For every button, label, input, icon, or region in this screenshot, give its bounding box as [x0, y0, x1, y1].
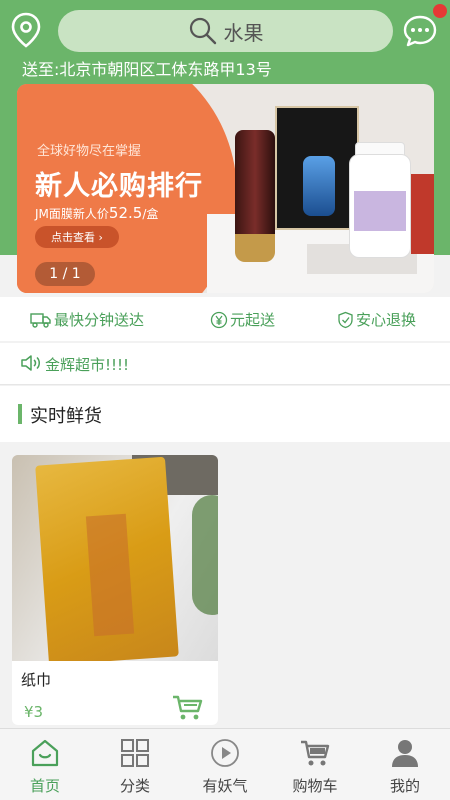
banner-view-button[interactable]: 点击查看 › — [35, 226, 119, 248]
banner-jar-label — [354, 191, 406, 231]
banner-price-value: 52.5 — [108, 204, 143, 222]
message-bubble-icon[interactable] — [402, 14, 438, 48]
nav-item-youyaoqi[interactable]: 有妖气 — [180, 729, 270, 800]
search-placeholder: 水果 — [223, 20, 264, 45]
feature-label: 安心退换 — [356, 311, 417, 329]
shield-check-icon — [338, 311, 353, 328]
banner-mask-box — [275, 106, 359, 230]
banner-red-box — [411, 174, 434, 254]
add-to-cart-icon[interactable] — [172, 695, 204, 721]
nav-item-cart[interactable]: 购物车 — [270, 729, 360, 800]
banner-price-unit: /盒 — [142, 207, 159, 221]
section-header: 实时鲜货 — [0, 386, 450, 442]
section-title: 实时鲜货 — [30, 406, 102, 427]
banner-page-indicator: 1 / 1 — [35, 262, 95, 286]
nav-label: 分类 — [119, 777, 150, 795]
nav-label: 首页 — [29, 777, 60, 795]
feature-label: 最快分钟送达 — [54, 311, 145, 329]
feature-return: 安心退换 — [337, 309, 416, 330]
section-accent-bar — [18, 404, 22, 424]
user-icon — [392, 740, 418, 767]
search-icon — [189, 17, 216, 45]
banner-tube-cap — [235, 234, 275, 262]
feature-min-order: 元起送 — [210, 309, 275, 330]
nav-label: 购物车 — [292, 777, 338, 795]
banner-subtitle: 全球好物尽在掌握 — [37, 144, 142, 159]
banner-title: 新人必购排行 — [35, 171, 203, 202]
yen-circle-icon — [210, 311, 228, 328]
banner-jar-product — [349, 154, 411, 258]
promo-banner[interactable]: 全球好物尽在掌握 新人必购排行 JM面膜新人价52.5/盒 点击查看 › 1 /… — [17, 84, 434, 293]
service-features: 最快分钟送达 元起送 安心退换 — [0, 297, 450, 341]
nav-item-home[interactable]: 首页 — [0, 729, 90, 800]
truck-icon — [30, 312, 51, 328]
banner-price-text: JM面膜新人价 — [35, 207, 109, 221]
product-price: ¥3 — [24, 703, 44, 721]
feature-fast-delivery: 最快分钟送达 — [30, 309, 144, 330]
product-image-plant — [192, 495, 218, 615]
nav-label: 我的 — [389, 777, 420, 795]
nav-item-mine[interactable]: 我的 — [360, 729, 450, 800]
banner-price: JM面膜新人价52.5/盒 — [35, 204, 158, 222]
store-notice[interactable]: 金辉超市!!!! — [0, 343, 450, 385]
product-image-label — [85, 513, 135, 637]
banner-mask-bottle — [303, 156, 335, 216]
grid-icon — [121, 739, 149, 767]
nav-label: 有妖气 — [202, 777, 248, 795]
search-input[interactable]: 水果 — [58, 10, 393, 52]
product-name: 纸巾 — [21, 671, 52, 689]
play-circle-icon — [211, 739, 239, 767]
nav-item-category[interactable]: 分类 — [90, 729, 180, 800]
feature-label: 元起送 — [230, 311, 276, 329]
notice-text: 金辉超市!!!! — [45, 356, 130, 374]
product-card[interactable]: 纸巾 ¥3 — [12, 455, 218, 725]
speaker-icon — [21, 355, 40, 371]
delivery-address[interactable]: 送至:北京市朝阳区工体东路甲13号 — [22, 56, 272, 80]
product-image[interactable] — [12, 455, 218, 661]
home-icon — [31, 739, 59, 767]
location-pin-icon[interactable] — [10, 12, 42, 48]
bottom-nav: 首页 分类 有妖气 购物车 我的 — [0, 728, 450, 800]
chevron-right-icon: › — [98, 230, 103, 244]
notification-badge — [433, 4, 447, 18]
cart-icon — [301, 740, 330, 766]
banner-button-label: 点击查看 — [51, 231, 96, 244]
